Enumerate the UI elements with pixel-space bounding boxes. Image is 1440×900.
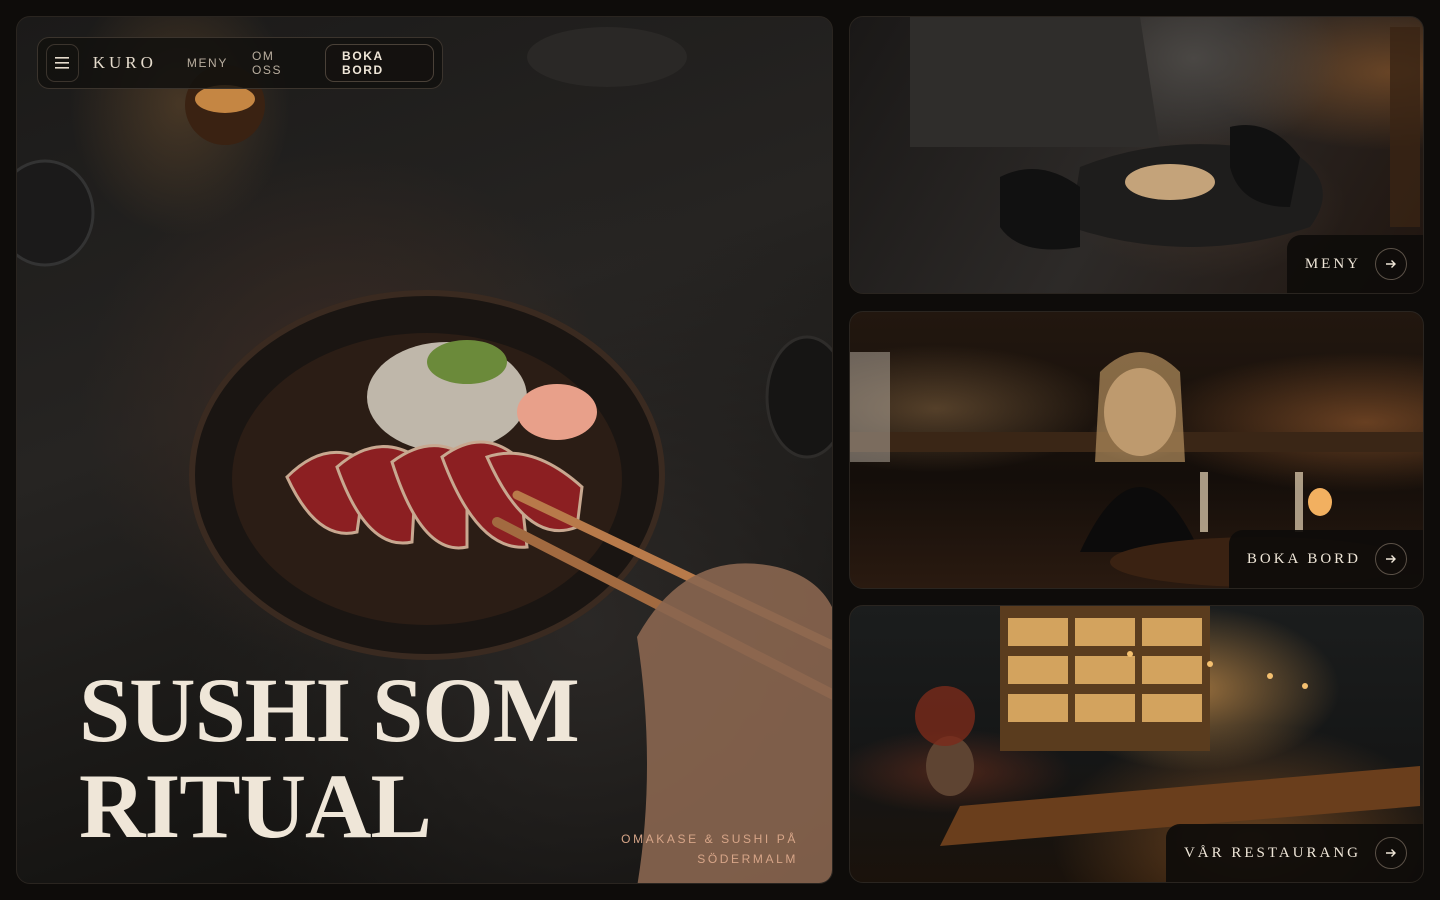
hero-tagline-line-2: SÖDERMALM (697, 852, 798, 866)
card-restaurant-tag[interactable]: VÅR RESTAURANG (1165, 824, 1423, 882)
card-restaurant[interactable]: VÅR RESTAURANG (849, 605, 1424, 883)
arrow-right-icon[interactable] (1375, 543, 1407, 575)
hero-title-line-1: SUSHI SOM (79, 659, 580, 761)
menu-button[interactable] (46, 44, 79, 82)
card-menu-label: MENY (1304, 255, 1361, 272)
hero-title: SUSHI SOM RITUAL (79, 662, 639, 854)
hero-section: KURO MENY OM OSS BOKA BORD SUSHI SOM RIT… (16, 16, 833, 884)
card-menu-tag[interactable]: MENY (1286, 235, 1423, 293)
card-booking[interactable]: BOKA BORD (849, 311, 1424, 589)
hero-title-line-2: RITUAL (79, 755, 432, 857)
hero-tagline-line-1: OMAKASE & SUSHI PÅ (621, 832, 798, 846)
card-booking-tag[interactable]: BOKA BORD (1228, 530, 1423, 588)
card-booking-label: BOKA BORD (1246, 550, 1361, 567)
card-restaurant-label: VÅR RESTAURANG (1183, 844, 1361, 861)
arrow-right-icon[interactable] (1375, 248, 1407, 280)
hero-tagline: OMAKASE & SUSHI PÅ SÖDERMALM (578, 829, 798, 869)
top-navigation: KURO MENY OM OSS BOKA BORD (37, 37, 443, 89)
brand-logo[interactable]: KURO (93, 53, 157, 73)
book-table-button[interactable]: BOKA BORD (325, 44, 435, 82)
arrow-right-icon[interactable] (1375, 837, 1407, 869)
nav-link-om-oss[interactable]: OM OSS (252, 49, 301, 77)
card-menu[interactable]: MENY (849, 16, 1424, 294)
nav-link-meny[interactable]: MENY (187, 56, 228, 70)
hamburger-icon (55, 57, 70, 69)
